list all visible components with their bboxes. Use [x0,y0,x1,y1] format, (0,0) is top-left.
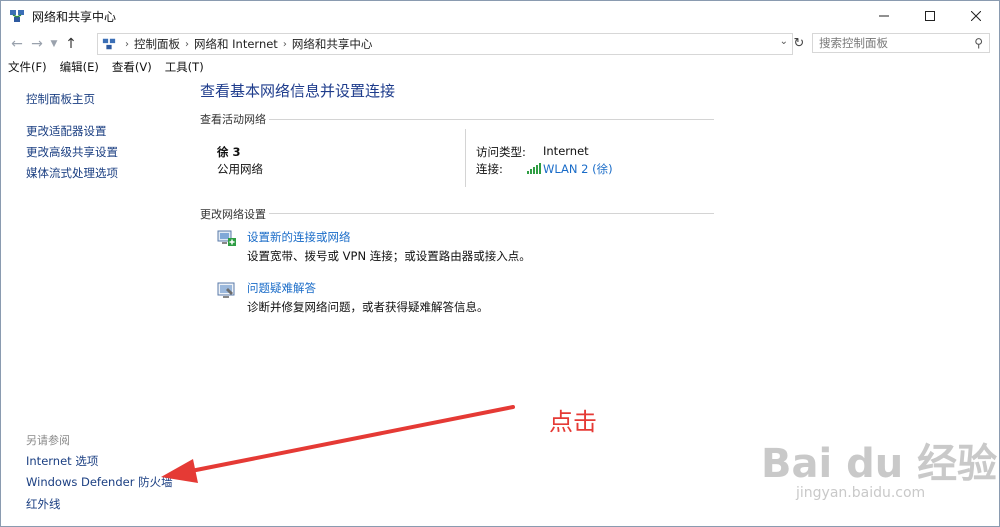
watermark-url: jingyan.baidu.com [796,485,926,501]
control-panel-window: 网络和共享中心 ← → ▼ ↑ › 控制面板 › 网络和 Internet › … [0,0,1000,527]
watermark-brand: Bai du 经验 [761,441,998,487]
